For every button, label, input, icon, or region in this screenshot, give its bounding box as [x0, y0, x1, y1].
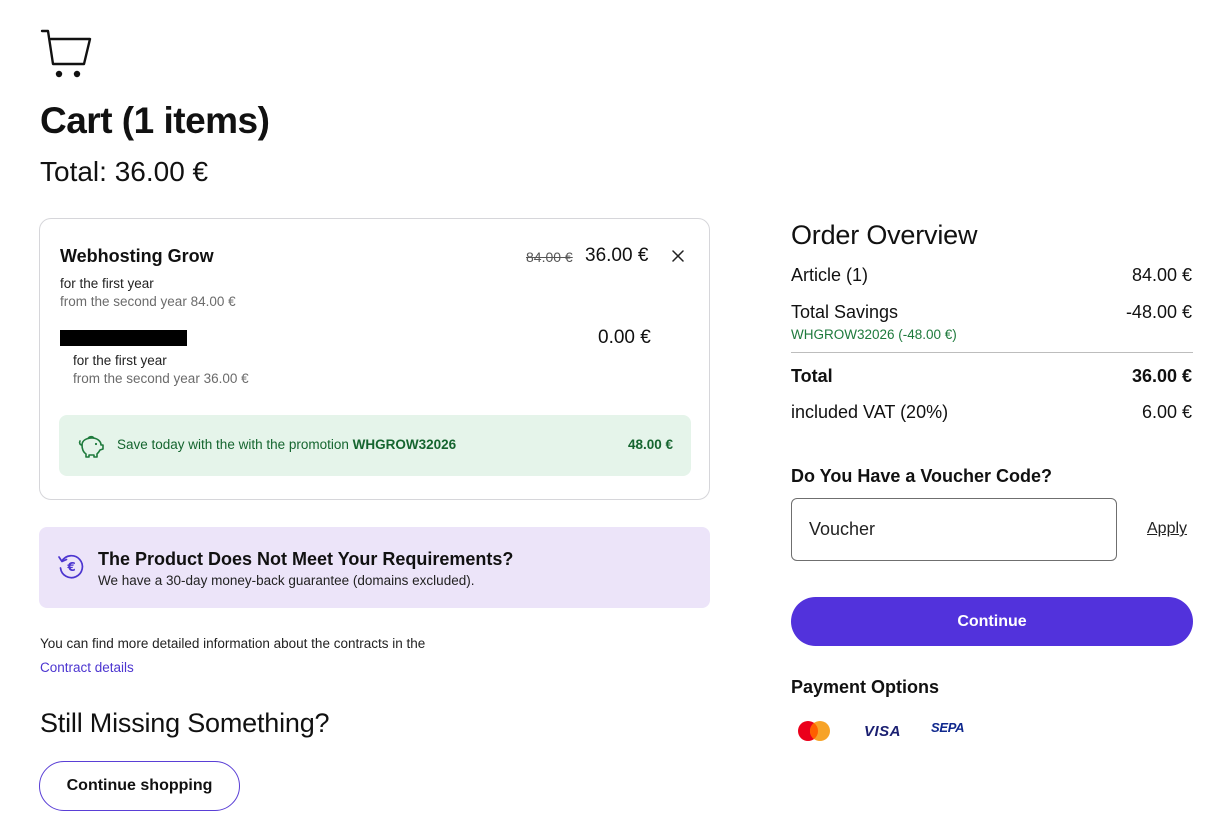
cart-item-card: Webhosting Grow 84.00 € 36.00 € for the … — [39, 218, 710, 500]
total-label: Total — [791, 366, 833, 386]
savings-value: -48.00 € — [1125, 302, 1192, 322]
item-price: 36.00 € — [585, 245, 649, 266]
vat-value: 6.00 € — [1141, 402, 1192, 422]
savings-label: Total Savings — [791, 302, 899, 322]
cart-icon — [40, 29, 92, 78]
cart-total: Total: 36.00 € — [40, 156, 209, 187]
item-first-year: for the first year — [60, 276, 154, 291]
subitem-first-year: for the first year — [73, 353, 167, 368]
order-overview-title: Order Overview — [791, 220, 978, 250]
promotion-label: Save today with the with the promotion — [117, 437, 349, 452]
promotion-banner: Save today with the with the promotion W… — [59, 415, 691, 476]
guarantee-subtitle: We have a 30-day money-back guarantee (d… — [98, 573, 475, 588]
promotion-amount: 48.00 € — [627, 437, 673, 452]
euro-refund-icon: € — [58, 554, 84, 579]
page-title: Cart (1 items) — [40, 100, 270, 141]
payment-options-title: Payment Options — [791, 677, 940, 697]
promotion-text: Save today with the with the promotion W… — [117, 437, 456, 452]
mastercard-icon — [798, 721, 830, 741]
visa-icon: VISA — [864, 723, 902, 740]
svg-text:€: € — [66, 560, 75, 574]
apply-voucher-link[interactable]: Apply — [1147, 520, 1187, 538]
guarantee-title: The Product Does Not Meet Your Requireme… — [98, 549, 514, 569]
vat-label: included VAT (20%) — [791, 402, 949, 422]
redacted-subitem-name — [60, 330, 187, 346]
sepa-icon: SEPA — [931, 720, 965, 735]
contract-details-link[interactable]: Contract details — [40, 660, 134, 675]
overview-divider — [791, 352, 1193, 353]
money-back-guarantee: € The Product Does Not Meet Your Require… — [39, 527, 710, 608]
remove-item-icon[interactable] — [669, 247, 687, 265]
still-missing-title: Still Missing Something? — [40, 708, 330, 738]
voucher-title: Do You Have a Voucher Code? — [791, 466, 1053, 486]
item-second-year: from the second year 84.00 € — [60, 294, 236, 309]
item-name: Webhosting Grow — [60, 246, 214, 266]
contract-info-text: You can find more detailed information a… — [40, 636, 426, 651]
total-value: 36.00 € — [1131, 366, 1192, 386]
article-label: Article (1) — [791, 265, 869, 285]
subitem-price: 0.00 € — [598, 327, 651, 348]
continue-shopping-button[interactable]: Continue shopping — [39, 761, 240, 811]
subitem-second-year: from the second year 36.00 € — [73, 371, 249, 386]
piggy-bank-icon — [78, 435, 104, 458]
promotion-code: WHGROW32026 — [352, 437, 457, 452]
continue-checkout-button[interactable]: Continue — [791, 597, 1193, 646]
item-old-price: 84.00 € — [526, 249, 573, 265]
voucher-input[interactable] — [791, 498, 1117, 561]
article-value: 84.00 € — [1131, 265, 1192, 285]
savings-code: WHGROW32026 (-48.00 €) — [791, 327, 957, 342]
